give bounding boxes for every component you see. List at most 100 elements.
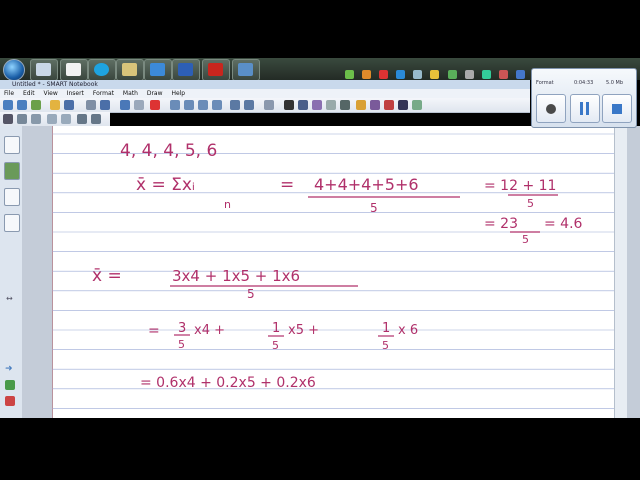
taskbar-app-acrobat[interactable] [202,59,230,81]
save-icon[interactable] [64,100,74,110]
data-values: 4, 4, 4, 5, 6 [120,141,217,161]
add-page-icon[interactable] [31,100,41,110]
tray-icon[interactable] [498,70,508,79]
tray-icon[interactable] [345,70,354,79]
gallery-icon[interactable] [4,162,20,180]
tray-icon[interactable] [464,70,474,79]
recorder-format[interactable]: Format [536,80,554,86]
magic-pen-icon[interactable] [370,100,380,110]
menu-help[interactable]: Help [171,90,185,97]
document-camera-icon[interactable] [244,100,254,110]
recorder-size: 5.0 Mb [606,80,624,86]
pen-icon[interactable] [298,100,308,110]
menu-math[interactable]: Math [123,90,138,97]
taskbar-app-installer[interactable] [232,59,260,81]
taskbar-app-explorer[interactable] [116,59,144,81]
delete-icon[interactable] [150,100,160,110]
total-denominator: 5 [522,233,529,246]
tray-icon[interactable] [430,70,440,79]
full-screen-icon[interactable] [198,100,208,110]
delete-page-icon[interactable] [100,100,110,110]
total-numerator: = 23 [484,216,518,232]
redo-icon[interactable] [134,100,144,110]
properties-icon[interactable] [412,100,422,110]
text-icon[interactable] [398,100,408,110]
select-arrow-icon[interactable] [284,100,294,110]
open-folder-icon[interactable] [50,100,60,110]
pause-icon-bar [586,102,589,115]
attachments-icon[interactable] [4,188,20,206]
properties-tab-icon[interactable] [4,214,20,232]
record-button[interactable] [536,94,566,123]
pause-icon [580,102,583,115]
tray-icon[interactable] [481,70,491,79]
handwriting-canvas: 4, 4, 4, 5, 6 x̄ = Σxᵢ n = 4+4+4+5+6 5 =… [52,126,614,418]
add-icon[interactable] [5,380,15,390]
vertical-scrollbar[interactable] [614,126,627,418]
remove-icon[interactable] [5,396,15,406]
capture-icon[interactable] [230,100,240,110]
pen-tool-icon[interactable] [17,114,27,124]
undo-icon[interactable] [120,100,130,110]
stop-button[interactable] [602,94,632,123]
fraction-b-numerator: 1 [272,321,280,336]
stop-icon [612,104,622,114]
sigma-icon[interactable] [3,114,13,124]
taskbar-app-word[interactable] [172,59,200,81]
tray-icon[interactable] [515,70,525,79]
taskbar-app-tool[interactable] [144,59,172,81]
menu-insert[interactable]: Insert [67,90,84,97]
display-icon[interactable] [184,100,194,110]
shapes-icon[interactable] [356,100,366,110]
mean-formula-denominator: n [224,198,231,211]
tray-icon[interactable] [447,70,457,79]
link-icon[interactable] [77,114,87,124]
page-sorter-icon[interactable] [4,136,20,154]
back-icon[interactable] [3,100,13,110]
mean-formula-lhs: x̄ = Σxᵢ [136,175,195,195]
table-tool-icon[interactable] [61,114,71,124]
menu-file[interactable]: File [4,90,14,97]
menu-view[interactable]: View [44,90,58,97]
group-icon[interactable] [91,114,101,124]
move-sidebar-icon[interactable]: ➜ [5,364,13,374]
line-icon[interactable] [340,100,350,110]
dual-page-icon[interactable] [212,100,222,110]
recorder-elapsed: 0:04:33 [574,80,594,86]
fraction-c-numerator: 1 [382,321,390,336]
taskbar-app-skype[interactable] [88,59,116,81]
eraser-icon[interactable] [326,100,336,110]
fraction-a-denominator: 5 [178,338,185,351]
sum-numerator: 4+4+4+5+6 [314,175,419,194]
fraction-b-denominator: 5 [272,339,279,352]
grid-icon[interactable] [47,114,57,124]
resize-arrows-icon[interactable]: ↔ [6,294,13,303]
tray-icon[interactable] [396,70,406,79]
forward-icon[interactable] [17,100,27,110]
screen-shade-icon[interactable] [170,100,180,110]
pause-button[interactable] [570,94,600,123]
eraser-tool-icon[interactable] [31,114,41,124]
weighted-mean-lhs: x̄ = [92,266,122,286]
table-icon[interactable] [264,100,274,110]
system-tray [345,64,530,98]
weighted-numerator: 3x4 + 1x5 + 1x6 [172,267,300,285]
fill-icon[interactable] [384,100,394,110]
menu-draw[interactable]: Draw [147,90,163,97]
fraction-a-term: x4 + [194,323,225,338]
main-toolbar [0,98,530,113]
window-title: Untitled * - SMART Notebook [12,81,98,88]
paste-icon[interactable] [86,100,96,110]
start-button[interactable] [3,59,25,81]
recorder-panel: Format 0:04:33 5.0 Mb [531,68,637,128]
fraction-a-numerator: 3 [178,321,186,336]
tray-icon[interactable] [413,70,423,79]
tray-icon[interactable] [379,70,389,79]
menu-format[interactable]: Format [93,90,114,97]
taskbar-app-document[interactable] [60,59,88,81]
sum-denominator: 5 [370,201,378,215]
tray-icon[interactable] [362,70,372,79]
creative-pen-icon[interactable] [312,100,322,110]
taskbar-app-notebook[interactable] [30,59,58,81]
menu-edit[interactable]: Edit [23,90,35,97]
